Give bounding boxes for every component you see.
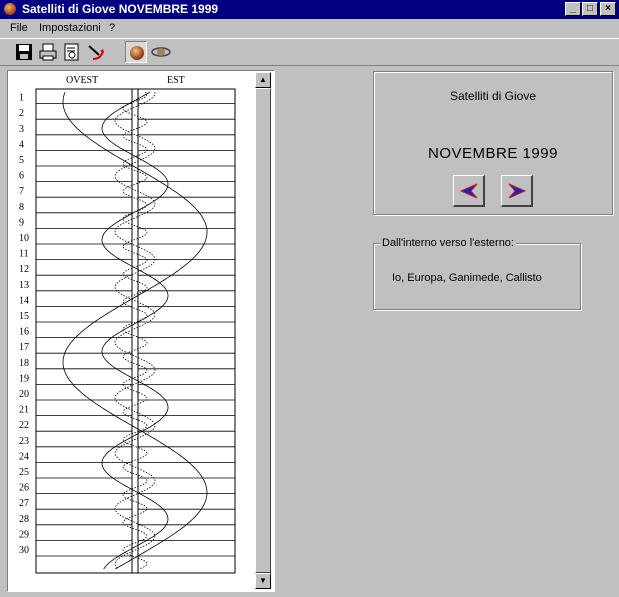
- save-icon: [16, 44, 32, 60]
- day-label: 29: [19, 529, 29, 540]
- scroll-down-button[interactable]: ▼: [255, 573, 271, 589]
- window-title: Satelliti di Giove NOVEMBRE 1999: [22, 2, 219, 16]
- save-button[interactable]: [13, 41, 35, 63]
- jupiter-app-icon[interactable]: [4, 3, 16, 15]
- previous-month-button[interactable]: [453, 175, 485, 207]
- day-label: 30: [19, 545, 29, 556]
- maximize-button[interactable]: □: [582, 2, 598, 16]
- day-label: 22: [19, 420, 29, 431]
- chart-scrollbar[interactable]: ▲ ▼: [255, 72, 271, 589]
- print-preview-icon: [64, 43, 79, 61]
- day-label: 10: [19, 233, 29, 244]
- jupiter-view-button[interactable]: [125, 41, 147, 63]
- info-month: NOVEMBRE 1999: [428, 145, 558, 162]
- menu-bar: File Impostazioni ?: [0, 20, 619, 38]
- satellite-orbit-icon: [151, 47, 171, 57]
- day-label: 8: [19, 202, 24, 213]
- day-label: 23: [19, 436, 29, 447]
- day-label: 18: [19, 358, 29, 369]
- day-label: 5: [19, 155, 24, 166]
- day-label: 6: [19, 171, 24, 182]
- west-label: OVEST: [66, 75, 99, 86]
- scroll-up-button[interactable]: ▲: [255, 72, 271, 88]
- exit-button[interactable]: [85, 41, 107, 63]
- day-label: 4: [19, 139, 24, 150]
- close-button[interactable]: ×: [600, 2, 616, 16]
- day-label: 2: [19, 108, 24, 119]
- day-label: 1: [19, 93, 24, 104]
- info-panel: Satelliti di Giove NOVEMBRE 1999: [373, 71, 613, 215]
- menu-impostazioni[interactable]: Impostazioni: [39, 22, 101, 34]
- day-label: 9: [19, 217, 24, 228]
- day-label: 21: [19, 405, 29, 416]
- arrow-right-icon: [508, 183, 527, 199]
- toolbar: [0, 38, 619, 66]
- east-label: EST: [167, 75, 185, 86]
- scroll-thumb[interactable]: [255, 88, 271, 573]
- day-label: 14: [19, 295, 29, 306]
- jupiter-band: [131, 88, 139, 574]
- day-label: 16: [19, 327, 29, 338]
- day-label: 11: [19, 249, 29, 260]
- legend-text: Io, Europa, Ganimede, Callisto: [392, 272, 542, 284]
- satellite-orbit-button[interactable]: [149, 41, 171, 63]
- day-label: 24: [19, 451, 29, 462]
- day-label: 20: [19, 389, 29, 400]
- day-label: 26: [19, 483, 29, 494]
- info-title: Satelliti di Giove: [449, 89, 537, 103]
- day-label: 7: [19, 186, 24, 197]
- menu-file[interactable]: File: [10, 22, 28, 34]
- day-label: 15: [19, 311, 29, 322]
- day-label: 3: [19, 124, 24, 135]
- exit-icon: [88, 45, 104, 60]
- legend-caption: Dall'interno verso l'esterno:: [380, 237, 516, 249]
- day-label: 28: [19, 514, 29, 525]
- next-month-button[interactable]: [501, 175, 533, 207]
- legend-panel: Dall'interno verso l'esterno: Io, Europa…: [373, 237, 581, 310]
- print-button[interactable]: [37, 41, 59, 63]
- day-label: 27: [19, 498, 29, 509]
- day-label: 17: [19, 342, 29, 353]
- satellite-chart-panel: 1 2 3 4 5 6 7 8 9 10 11 12 13 14 15 16 17 18 19 20 21 22 23 24 2…: [7, 70, 275, 592]
- satellite-chart: 1234567891011121314151617181920212223242…: [19, 88, 236, 574]
- print-icon: [39, 43, 57, 61]
- print-preview-button[interactable]: [61, 41, 83, 63]
- day-label: 19: [19, 373, 29, 384]
- arrow-left-icon: [459, 183, 478, 199]
- minimize-button[interactable]: _: [565, 2, 581, 16]
- title-bar: Satelliti di Giove NOVEMBRE 1999 _ □ ×: [0, 0, 619, 19]
- day-label: 25: [19, 467, 29, 478]
- day-label: 12: [19, 264, 29, 275]
- day-label: 13: [19, 280, 29, 291]
- menu-help[interactable]: ?: [109, 22, 115, 34]
- jupiter-icon: [130, 46, 144, 60]
